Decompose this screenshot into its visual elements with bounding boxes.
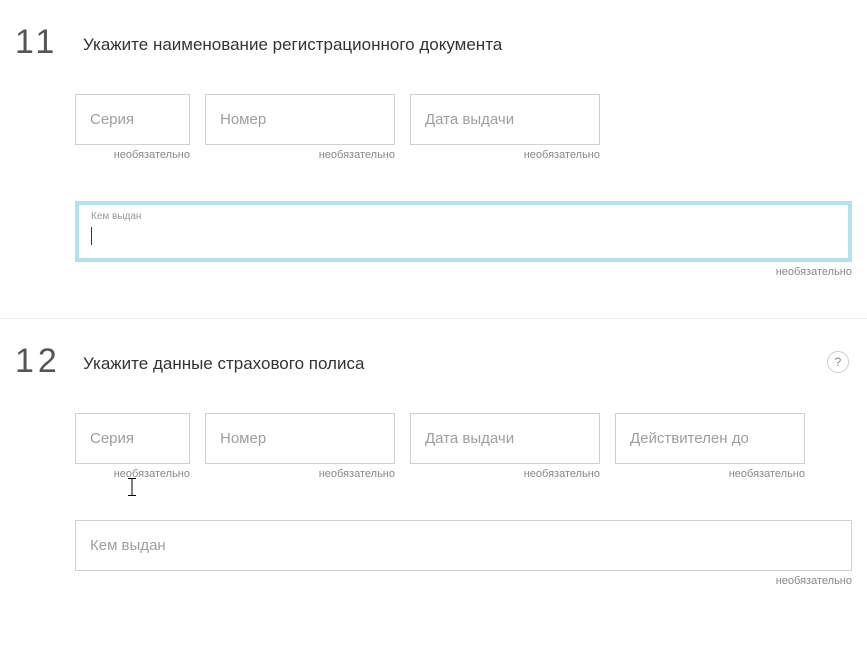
issued-by-input[interactable] [79,205,848,258]
optional-hint: необязательно [410,468,600,480]
optional-hint: необязательно [410,149,600,161]
section-header: 11 Укажите наименование регистрационного… [15,25,852,59]
optional-hint: необязательно [75,468,190,480]
issue-date-input[interactable] [410,94,600,145]
optional-hint: необязательно [205,468,395,480]
section-title: Укажите наименование регистрационного до… [83,25,502,55]
field-row: Кем выдан необязательно [75,201,852,278]
series-input[interactable] [75,413,190,464]
focused-input-wrap: Кем выдан [75,201,852,262]
section-number: 12 [15,344,63,378]
optional-hint: необязательно [75,266,852,278]
section-12: ? 12 Укажите данные страхового полиса не… [0,319,867,627]
valid-until-input[interactable] [615,413,805,464]
field-row: необязательно необязательно необязательн… [75,94,852,161]
field-issue-date: необязательно [410,94,600,161]
section-number: 11 [15,25,63,59]
issued-by-label: Кем выдан [91,211,141,222]
issue-date-input[interactable] [410,413,600,464]
fields-wrap: необязательно необязательно необязательн… [15,413,852,587]
text-caret [91,227,92,245]
section-header: 12 Укажите данные страхового полиса [15,344,852,378]
number-input[interactable] [205,94,395,145]
field-series: необязательно [75,94,190,161]
number-input[interactable] [205,413,395,464]
field-valid-until: необязательно [615,413,805,480]
optional-hint: необязательно [75,149,190,161]
field-number: необязательно [205,94,395,161]
fields-wrap: необязательно необязательно необязательн… [15,94,852,278]
field-row: необязательно [75,520,852,587]
optional-hint: необязательно [615,468,805,480]
field-issue-date: необязательно [410,413,600,480]
section-title: Укажите данные страхового полиса [83,344,364,374]
section-11: 11 Укажите наименование регистрационного… [0,0,867,318]
field-issued-by: необязательно [75,520,852,587]
field-number: необязательно [205,413,395,480]
field-series: необязательно [75,413,190,480]
field-row: необязательно необязательно необязательн… [75,413,852,480]
series-input[interactable] [75,94,190,145]
optional-hint: необязательно [205,149,395,161]
optional-hint: необязательно [75,575,852,587]
field-issued-by: Кем выдан необязательно [75,201,852,278]
issued-by-input[interactable] [75,520,852,571]
help-icon[interactable]: ? [827,351,849,373]
